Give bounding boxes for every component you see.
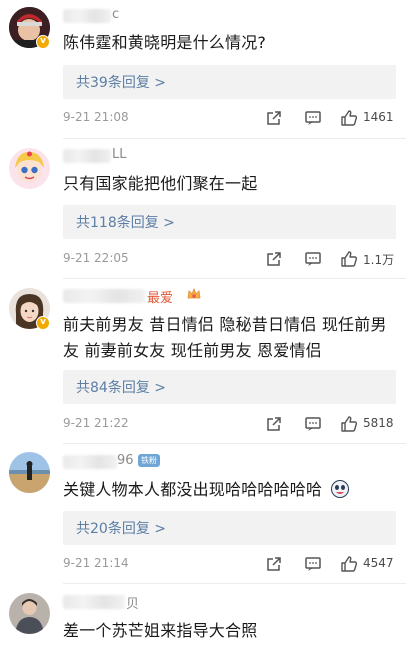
divider: [63, 278, 406, 279]
timestamp: 9-21 21:14: [63, 556, 129, 570]
fan-badge: 铁粉: [138, 454, 160, 467]
username-suffix: LL: [112, 147, 127, 162]
thumbs-up-icon[interactable]: [340, 415, 358, 433]
fan-crown-icon: [187, 287, 201, 299]
timestamp: 9-21 21:22: [63, 416, 129, 430]
comment-icon[interactable]: [304, 109, 322, 127]
comment-text: 只有国家能把他们聚在一起: [63, 174, 258, 193]
comment-meta: 9-21 22:05 1.1万: [63, 250, 398, 268]
username-suffix: 最爱: [147, 291, 174, 306]
comment-meta: 9-21 21:14 4547: [63, 555, 398, 573]
username-suffix: 贝: [126, 597, 140, 612]
replies-box[interactable]: 共84条回复 >: [63, 370, 396, 404]
view-replies-link[interactable]: 共118条回复 >: [76, 212, 175, 232]
share-icon[interactable]: [265, 555, 283, 573]
like-count: 1.1万: [363, 253, 395, 267]
view-replies-link[interactable]: 共39条回复 >: [76, 72, 166, 92]
divider: [63, 583, 406, 584]
comment-meta: 9-21 21:22 5818: [63, 415, 398, 433]
timestamp: 9-21 22:05: [63, 251, 129, 265]
username[interactable]: [63, 455, 117, 469]
comment-icon[interactable]: [304, 555, 322, 573]
avatar-image: [9, 452, 50, 493]
share-icon[interactable]: [265, 250, 283, 268]
timestamp: 9-21 21:08: [63, 110, 129, 124]
username[interactable]: [63, 595, 125, 609]
comment-text: 关键人物本人都没出现哈哈哈哈哈哈: [63, 477, 398, 503]
comment-icon[interactable]: [304, 250, 322, 268]
thumbs-up-icon[interactable]: [340, 109, 358, 127]
username[interactable]: [63, 289, 145, 303]
comment-icon[interactable]: [304, 415, 322, 433]
divider: [63, 443, 406, 444]
comment-text: 差一个苏芒姐来指导大合照: [63, 621, 258, 640]
replies-box[interactable]: 共39条回复 >: [63, 65, 396, 99]
comment-text: 前夫前男友 昔日情侣 隐秘昔日情侣 现任前男友 前妻前女友 现任前男友 恩爱情侣: [63, 315, 387, 360]
divider: [63, 138, 406, 139]
share-icon[interactable]: [265, 415, 283, 433]
thumbs-up-icon[interactable]: [340, 555, 358, 573]
username-suffix: 96: [117, 453, 134, 468]
comment-text: 陈伟霆和黄晓明是什么情况?: [63, 33, 267, 52]
avatar-image: [9, 593, 50, 634]
username-suffix: c: [112, 7, 120, 22]
avatar[interactable]: [9, 148, 50, 189]
username[interactable]: [63, 149, 111, 163]
verified-badge-icon: v: [36, 316, 50, 330]
view-replies-link[interactable]: 共20条回复 >: [76, 518, 166, 538]
laughing-emoji-icon: [330, 480, 349, 498]
replies-box[interactable]: 共118条回复 >: [63, 205, 396, 239]
comment-text-body: 关键人物本人都没出现哈哈哈哈哈哈: [63, 480, 323, 499]
like-count: 4547: [363, 556, 394, 570]
avatar[interactable]: [9, 452, 50, 493]
avatar[interactable]: [9, 593, 50, 634]
like-count: 5818: [363, 416, 394, 430]
username[interactable]: [63, 9, 111, 23]
share-icon[interactable]: [265, 109, 283, 127]
like-count: 1461: [363, 110, 394, 124]
avatar-image: [9, 148, 50, 189]
comment-meta: 9-21 21:08 1461: [63, 109, 398, 127]
view-replies-link[interactable]: 共84条回复 >: [76, 377, 166, 397]
thumbs-up-icon[interactable]: [340, 250, 358, 268]
replies-box[interactable]: 共20条回复 >: [63, 511, 396, 545]
verified-badge-icon: v: [36, 35, 50, 49]
